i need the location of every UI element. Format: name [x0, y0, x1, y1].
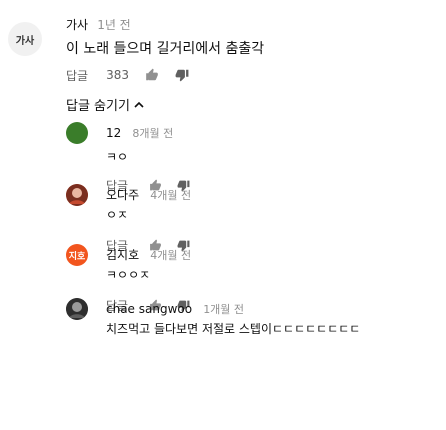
comment-actions: 답글 383: [66, 66, 191, 84]
avatar[interactable]: 가사: [8, 22, 42, 56]
comment-text: 이 노래 들으며 길거리에서 춤출각: [66, 41, 265, 57]
like-icon[interactable]: [143, 66, 161, 84]
reply-header: 오다주 4개월 전: [106, 184, 191, 203]
reply-header: 12 8개월 전: [106, 122, 173, 141]
comment-header: 가사 1년 전: [66, 14, 131, 33]
dislike-icon[interactable]: [173, 66, 191, 84]
reply-text: 치즈먹고 들다보면 저절로 스텝이ㄷㄷㄷㄷㄷㄷㄷㄷ: [106, 322, 361, 336]
reply-text: ㅋㅇㅇㅈ: [106, 268, 151, 282]
reply-author[interactable]: 오다주: [106, 188, 139, 202]
comment-time[interactable]: 1년 전: [97, 18, 131, 32]
reply-author[interactable]: 김지호: [106, 248, 139, 262]
avatar-image-icon: [66, 184, 88, 206]
like-count: 383: [106, 68, 129, 82]
avatar-image-icon: [66, 298, 88, 320]
reply-time[interactable]: 1개월 전: [203, 303, 244, 316]
avatar[interactable]: 지호: [66, 244, 88, 266]
reply-text: ㅇㅈ: [106, 208, 129, 222]
avatar[interactable]: [66, 122, 88, 144]
comment-author[interactable]: 가사: [66, 18, 88, 32]
reply-author[interactable]: 12: [106, 126, 121, 140]
reply-time[interactable]: 4개월 전: [150, 189, 191, 202]
reply-header: 김지호 4개월 전: [106, 244, 191, 263]
chevron-up-icon: [134, 100, 144, 110]
reply-button[interactable]: 답글: [66, 67, 88, 84]
reply-time[interactable]: 4개월 전: [150, 249, 191, 262]
reply-header: chae sangwoo 1개월 전: [106, 298, 244, 317]
reply-author[interactable]: chae sangwoo: [106, 302, 192, 316]
avatar[interactable]: [66, 298, 88, 320]
hide-replies-button[interactable]: 답글 숨기기: [66, 95, 144, 114]
reply-text: ㅋㅇ: [106, 150, 129, 164]
reply-time[interactable]: 8개월 전: [132, 127, 173, 140]
hide-replies-label: 답글 숨기기: [66, 99, 130, 114]
avatar[interactable]: [66, 184, 88, 206]
